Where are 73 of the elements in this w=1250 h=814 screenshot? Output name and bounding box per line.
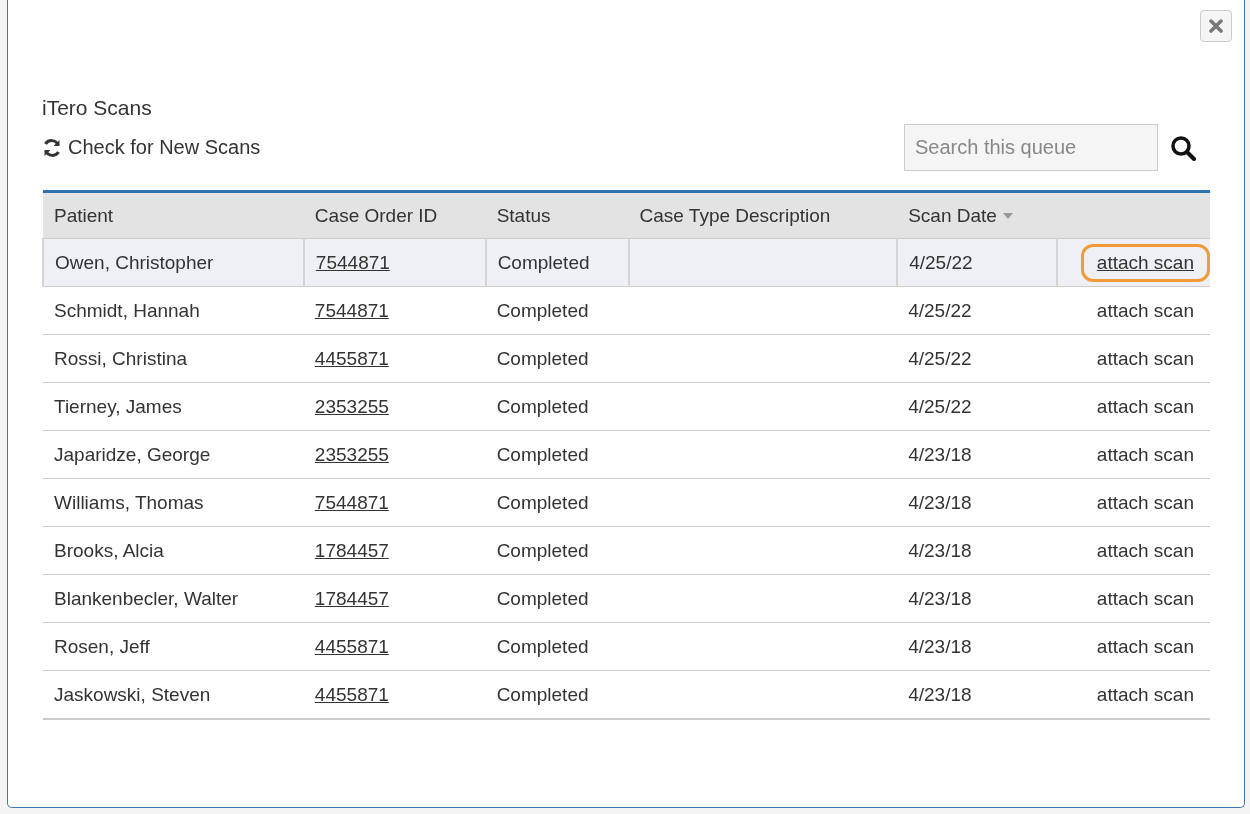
column-header[interactable]: Scan Date: [897, 191, 1057, 239]
table-row[interactable]: Rossi, Christina 4455871 Completed 4/25/22 attach scan: [43, 334, 1210, 383]
sort-caret-icon: [1002, 212, 1013, 219]
scan-date: 4/23/18: [908, 539, 972, 561]
case-order-link[interactable]: 1784457: [314, 539, 389, 561]
attach-scan-link[interactable]: attach scan: [1080, 339, 1210, 378]
table-row[interactable]: Owen, Christopher 7544871 Completed 4/25/22 attach scan: [43, 238, 1210, 287]
case-order-link[interactable]: 7544871: [315, 251, 390, 273]
status-text: Completed: [496, 539, 589, 561]
scan-date: 4/25/22: [908, 299, 972, 321]
table-row[interactable]: Japaridze, George 2353255 Completed 4/23/18 attach scan: [43, 430, 1210, 479]
attach-scan-link[interactable]: attach scan: [1080, 243, 1210, 282]
patient-name: Japaridze, George: [54, 443, 211, 465]
table-row[interactable]: Jaskowski, Steven 4455871 Completed 4/23/18 attach scan: [43, 670, 1210, 719]
patient-name: Owen, Christopher: [55, 251, 214, 273]
scan-date: 4/25/22: [908, 395, 972, 417]
patient-name: Rossi, Christina: [54, 347, 188, 369]
attach-scan-link[interactable]: attach scan: [1080, 579, 1210, 618]
column-header[interactable]: Case Order ID: [303, 191, 486, 239]
column-header[interactable]: Status: [485, 191, 629, 239]
attach-scan-link[interactable]: attach scan: [1080, 483, 1210, 522]
case-order-link[interactable]: 7544871: [314, 299, 389, 321]
column-header[interactable]: Case Type Description: [628, 191, 898, 239]
table-row[interactable]: Tierney, James 2353255 Completed 4/25/22 attach scan: [43, 382, 1210, 431]
scan-date: 4/23/18: [908, 491, 972, 513]
search-field[interactable]: Search this queue: [904, 124, 1158, 171]
scan-date: 4/25/22: [908, 347, 972, 369]
column-header[interactable]: Patient: [43, 191, 304, 239]
status-text: Completed: [497, 251, 590, 273]
patient-name: Brooks, Alcia: [54, 539, 164, 561]
search-icon[interactable]: [1170, 134, 1196, 161]
attach-scan-link[interactable]: attach scan: [1080, 627, 1210, 666]
attach-scan-link[interactable]: attach scan: [1080, 531, 1210, 570]
case-order-link[interactable]: 7544871: [314, 491, 389, 513]
attach-scan-link[interactable]: attach scan: [1080, 387, 1210, 426]
patient-name: Williams, Thomas: [54, 491, 204, 513]
status-text: Completed: [496, 299, 589, 321]
case-order-link[interactable]: 1784457: [314, 587, 389, 609]
table-row[interactable]: Rosen, Jeff 4455871 Completed 4/23/18 attach scan: [43, 622, 1210, 671]
table-row[interactable]: Brooks, Alcia 1784457 Completed 4/23/18 attach scan: [43, 526, 1210, 575]
status-text: Completed: [496, 491, 589, 513]
close-icon: [1209, 19, 1223, 33]
status-text: Completed: [496, 443, 589, 465]
attach-scan-link[interactable]: attach scan: [1080, 435, 1210, 474]
table-row[interactable]: Schmidt, Hannah 7544871 Completed 4/25/22 attach scan: [43, 286, 1210, 335]
patient-name: Blankenbecler, Walter: [54, 587, 239, 609]
table-row[interactable]: Blankenbecler, Walter 1784457 Completed 4/23/18 attach scan: [43, 574, 1210, 623]
patient-name: Rosen, Jeff: [54, 635, 150, 657]
dialog-title: iTero Scans: [42, 96, 153, 120]
status-text: Completed: [496, 347, 589, 369]
case-order-link[interactable]: 4455871: [314, 683, 389, 705]
table-row[interactable]: Williams, Thomas 7544871 Completed 4/23/18 attach scan: [43, 478, 1210, 527]
status-text: Completed: [496, 395, 589, 417]
status-text: Completed: [496, 587, 589, 609]
status-text: Completed: [496, 635, 589, 657]
attach-scan-link[interactable]: attach scan: [1080, 675, 1210, 714]
close-button[interactable]: [1200, 10, 1232, 42]
attach-scan-link[interactable]: attach scan: [1080, 291, 1210, 330]
patient-name: Schmidt, Hannah: [54, 299, 200, 321]
case-order-link[interactable]: 2353255: [314, 395, 389, 417]
case-order-link[interactable]: 4455871: [314, 347, 389, 369]
refresh-icon: [42, 137, 62, 158]
case-order-link[interactable]: 2353255: [314, 443, 389, 465]
scan-date: 4/23/18: [908, 443, 972, 465]
check-new-scans-link[interactable]: Check for New Scans: [42, 136, 261, 159]
scan-date: 4/23/18: [908, 635, 972, 657]
status-text: Completed: [496, 683, 589, 705]
scan-date: 4/25/22: [909, 251, 973, 273]
scan-date: 4/23/18: [908, 683, 972, 705]
case-order-link[interactable]: 4455871: [314, 635, 389, 657]
patient-name: Tierney, James: [54, 395, 182, 417]
scan-date: 4/23/18: [908, 587, 972, 609]
patient-name: Jaskowski, Steven: [54, 683, 211, 705]
